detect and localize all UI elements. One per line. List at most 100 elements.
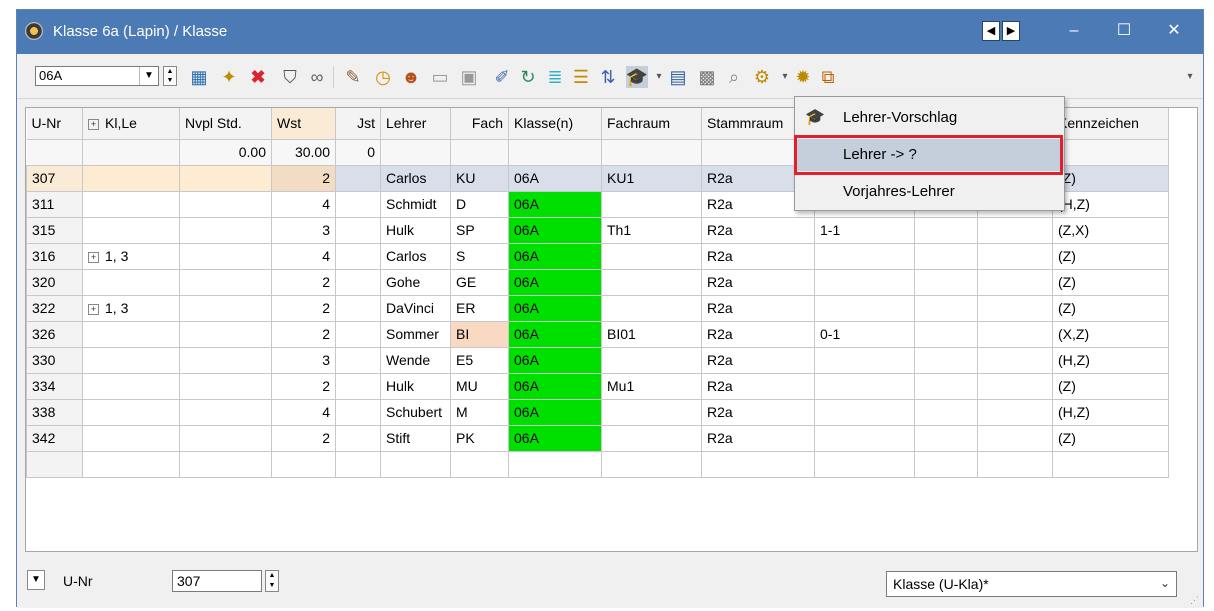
- cell-wst[interactable]: 2: [271, 165, 336, 192]
- cell-fach[interactable]: M: [450, 399, 509, 426]
- cell-unr[interactable]: 326: [26, 321, 83, 348]
- col-header-klasse[interactable]: Klasse(n): [508, 108, 602, 140]
- chevron-down-icon[interactable]: ▼: [139, 67, 158, 85]
- list-icon[interactable]: ≣: [544, 66, 566, 88]
- cell-lehrer[interactable]: Hulk: [380, 217, 451, 244]
- cell-unr[interactable]: 322: [26, 295, 83, 322]
- empty-cell[interactable]: [82, 451, 180, 478]
- unr-stepper[interactable]: ▲ ▼: [265, 570, 279, 592]
- people-icon[interactable]: ☻: [400, 66, 422, 88]
- cell-jst[interactable]: [335, 373, 381, 400]
- cell-stammraum[interactable]: R2a: [701, 321, 815, 348]
- grid-insert-icon[interactable]: ▦: [188, 66, 210, 88]
- cell-klasse[interactable]: 06A: [508, 347, 602, 374]
- empty-cell[interactable]: [335, 451, 381, 478]
- cell-fachraum[interactable]: [601, 191, 702, 218]
- cell-kennzeichen[interactable]: (Z): [1052, 243, 1169, 270]
- cell-unr[interactable]: 316: [26, 243, 83, 270]
- cell-klle[interactable]: [82, 321, 180, 348]
- edit-icon[interactable]: ✐: [491, 66, 513, 88]
- cell-klle[interactable]: [82, 191, 180, 218]
- cell-klle[interactable]: [82, 373, 180, 400]
- cell-extra[interactable]: [914, 295, 978, 322]
- cell-extra[interactable]: [814, 243, 915, 270]
- cell-fach[interactable]: S: [450, 243, 509, 270]
- col-header-fachraum[interactable]: Fachraum: [601, 108, 702, 140]
- cell-stammraum[interactable]: R2a: [701, 295, 815, 322]
- magic-icon[interactable]: ✎: [342, 66, 364, 88]
- cell-klle[interactable]: +1, 3: [82, 243, 180, 270]
- resize-grip-icon[interactable]: ⋰: [1190, 595, 1200, 605]
- cell-fach[interactable]: SP: [450, 217, 509, 244]
- cell-kennzeichen[interactable]: (H,Z): [1052, 399, 1169, 426]
- cell-wst[interactable]: 2: [271, 373, 336, 400]
- calendar-icon[interactable]: ▤: [667, 66, 689, 88]
- cell-extra[interactable]: [814, 425, 915, 452]
- cell-stammraum[interactable]: R2a: [701, 269, 815, 296]
- prev-arrow-icon[interactable]: ◀: [982, 21, 1000, 41]
- cell-extra[interactable]: [977, 399, 1053, 426]
- cell-nvpl[interactable]: [179, 165, 272, 192]
- monitor-icon[interactable]: ▭: [429, 66, 451, 88]
- cell-unr[interactable]: 334: [26, 373, 83, 400]
- empty-cell[interactable]: [914, 451, 978, 478]
- cell-extra[interactable]: [814, 347, 915, 374]
- cell-kennzeichen[interactable]: (Z): [1052, 295, 1169, 322]
- cell-fach[interactable]: PK: [450, 425, 509, 452]
- cell-stammraum[interactable]: R2a: [701, 399, 815, 426]
- cell-extra[interactable]: [914, 321, 978, 348]
- cell-fachraum[interactable]: [601, 295, 702, 322]
- cell-klle[interactable]: [82, 269, 180, 296]
- cell-extra[interactable]: [914, 425, 978, 452]
- menu-item-lehrer-vorschlag[interactable]: 🎓 Lehrer-Vorschlag: [795, 102, 1064, 134]
- cell-fach[interactable]: BI: [450, 321, 509, 348]
- cell-kennzeichen[interactable]: (X,Z): [1052, 321, 1169, 348]
- cell-klasse[interactable]: 06A: [508, 217, 602, 244]
- cell-kennzeichen[interactable]: (H,Z): [1052, 191, 1169, 218]
- cell-wst[interactable]: 2: [271, 269, 336, 296]
- empty-cell[interactable]: [814, 451, 915, 478]
- cell-klle[interactable]: [82, 399, 180, 426]
- new-icon[interactable]: ✦: [218, 66, 240, 88]
- cell-fach[interactable]: ER: [450, 295, 509, 322]
- table-row[interactable]: 334 2 Hulk MU 06A Mu1 R2a (Z): [26, 373, 1169, 400]
- link-icon[interactable]: ∞: [306, 66, 328, 88]
- cell-fach[interactable]: E5: [450, 347, 509, 374]
- cell-extra[interactable]: [977, 269, 1053, 296]
- cell-jst[interactable]: [335, 217, 381, 244]
- empty-cell[interactable]: [508, 451, 602, 478]
- settings-icon[interactable]: ⚙: [751, 66, 773, 88]
- cell-extra[interactable]: [977, 217, 1053, 244]
- cell-extra[interactable]: [977, 243, 1053, 270]
- cell-stammraum[interactable]: R2a: [701, 425, 815, 452]
- cell-lehrer[interactable]: Carlos: [380, 165, 451, 192]
- cell-unr[interactable]: 338: [26, 399, 83, 426]
- cell-fachraum[interactable]: Mu1: [601, 373, 702, 400]
- empty-cell[interactable]: [1052, 451, 1169, 478]
- cell-nvpl[interactable]: [179, 373, 272, 400]
- cell-stammraum[interactable]: R2a: [701, 217, 815, 244]
- table-row[interactable]: 330 3 Wende E5 06A R2a (H,Z): [26, 347, 1169, 374]
- expand-icon[interactable]: +: [88, 252, 99, 263]
- cell-fachraum[interactable]: [601, 243, 702, 270]
- cell-nvpl[interactable]: [179, 243, 272, 270]
- cell-jst[interactable]: [335, 295, 381, 322]
- cell-lehrer[interactable]: Gohe: [380, 269, 451, 296]
- cell-fach[interactable]: KU: [450, 165, 509, 192]
- cell-lehrer[interactable]: Sommer: [380, 321, 451, 348]
- cell-klle[interactable]: +1, 3: [82, 295, 180, 322]
- screen-icon[interactable]: ▣: [458, 66, 480, 88]
- cell-klasse[interactable]: 06A: [508, 191, 602, 218]
- chevron-down-icon[interactable]: ⌄: [1160, 576, 1170, 590]
- class-select[interactable]: 06A ▼: [35, 66, 159, 86]
- cell-wst[interactable]: 3: [271, 217, 336, 244]
- col-header-wst[interactable]: Wst: [271, 108, 336, 140]
- cell-wst[interactable]: 2: [271, 295, 336, 322]
- cell-extra[interactable]: [977, 373, 1053, 400]
- cell-jst[interactable]: [335, 399, 381, 426]
- cell-nvpl[interactable]: [179, 321, 272, 348]
- table-row[interactable]: 320 2 Gohe GE 06A R2a (Z): [26, 269, 1169, 296]
- cell-wst[interactable]: 4: [271, 243, 336, 270]
- cell-extra[interactable]: [914, 373, 978, 400]
- cell-extra[interactable]: 1-1: [814, 217, 915, 244]
